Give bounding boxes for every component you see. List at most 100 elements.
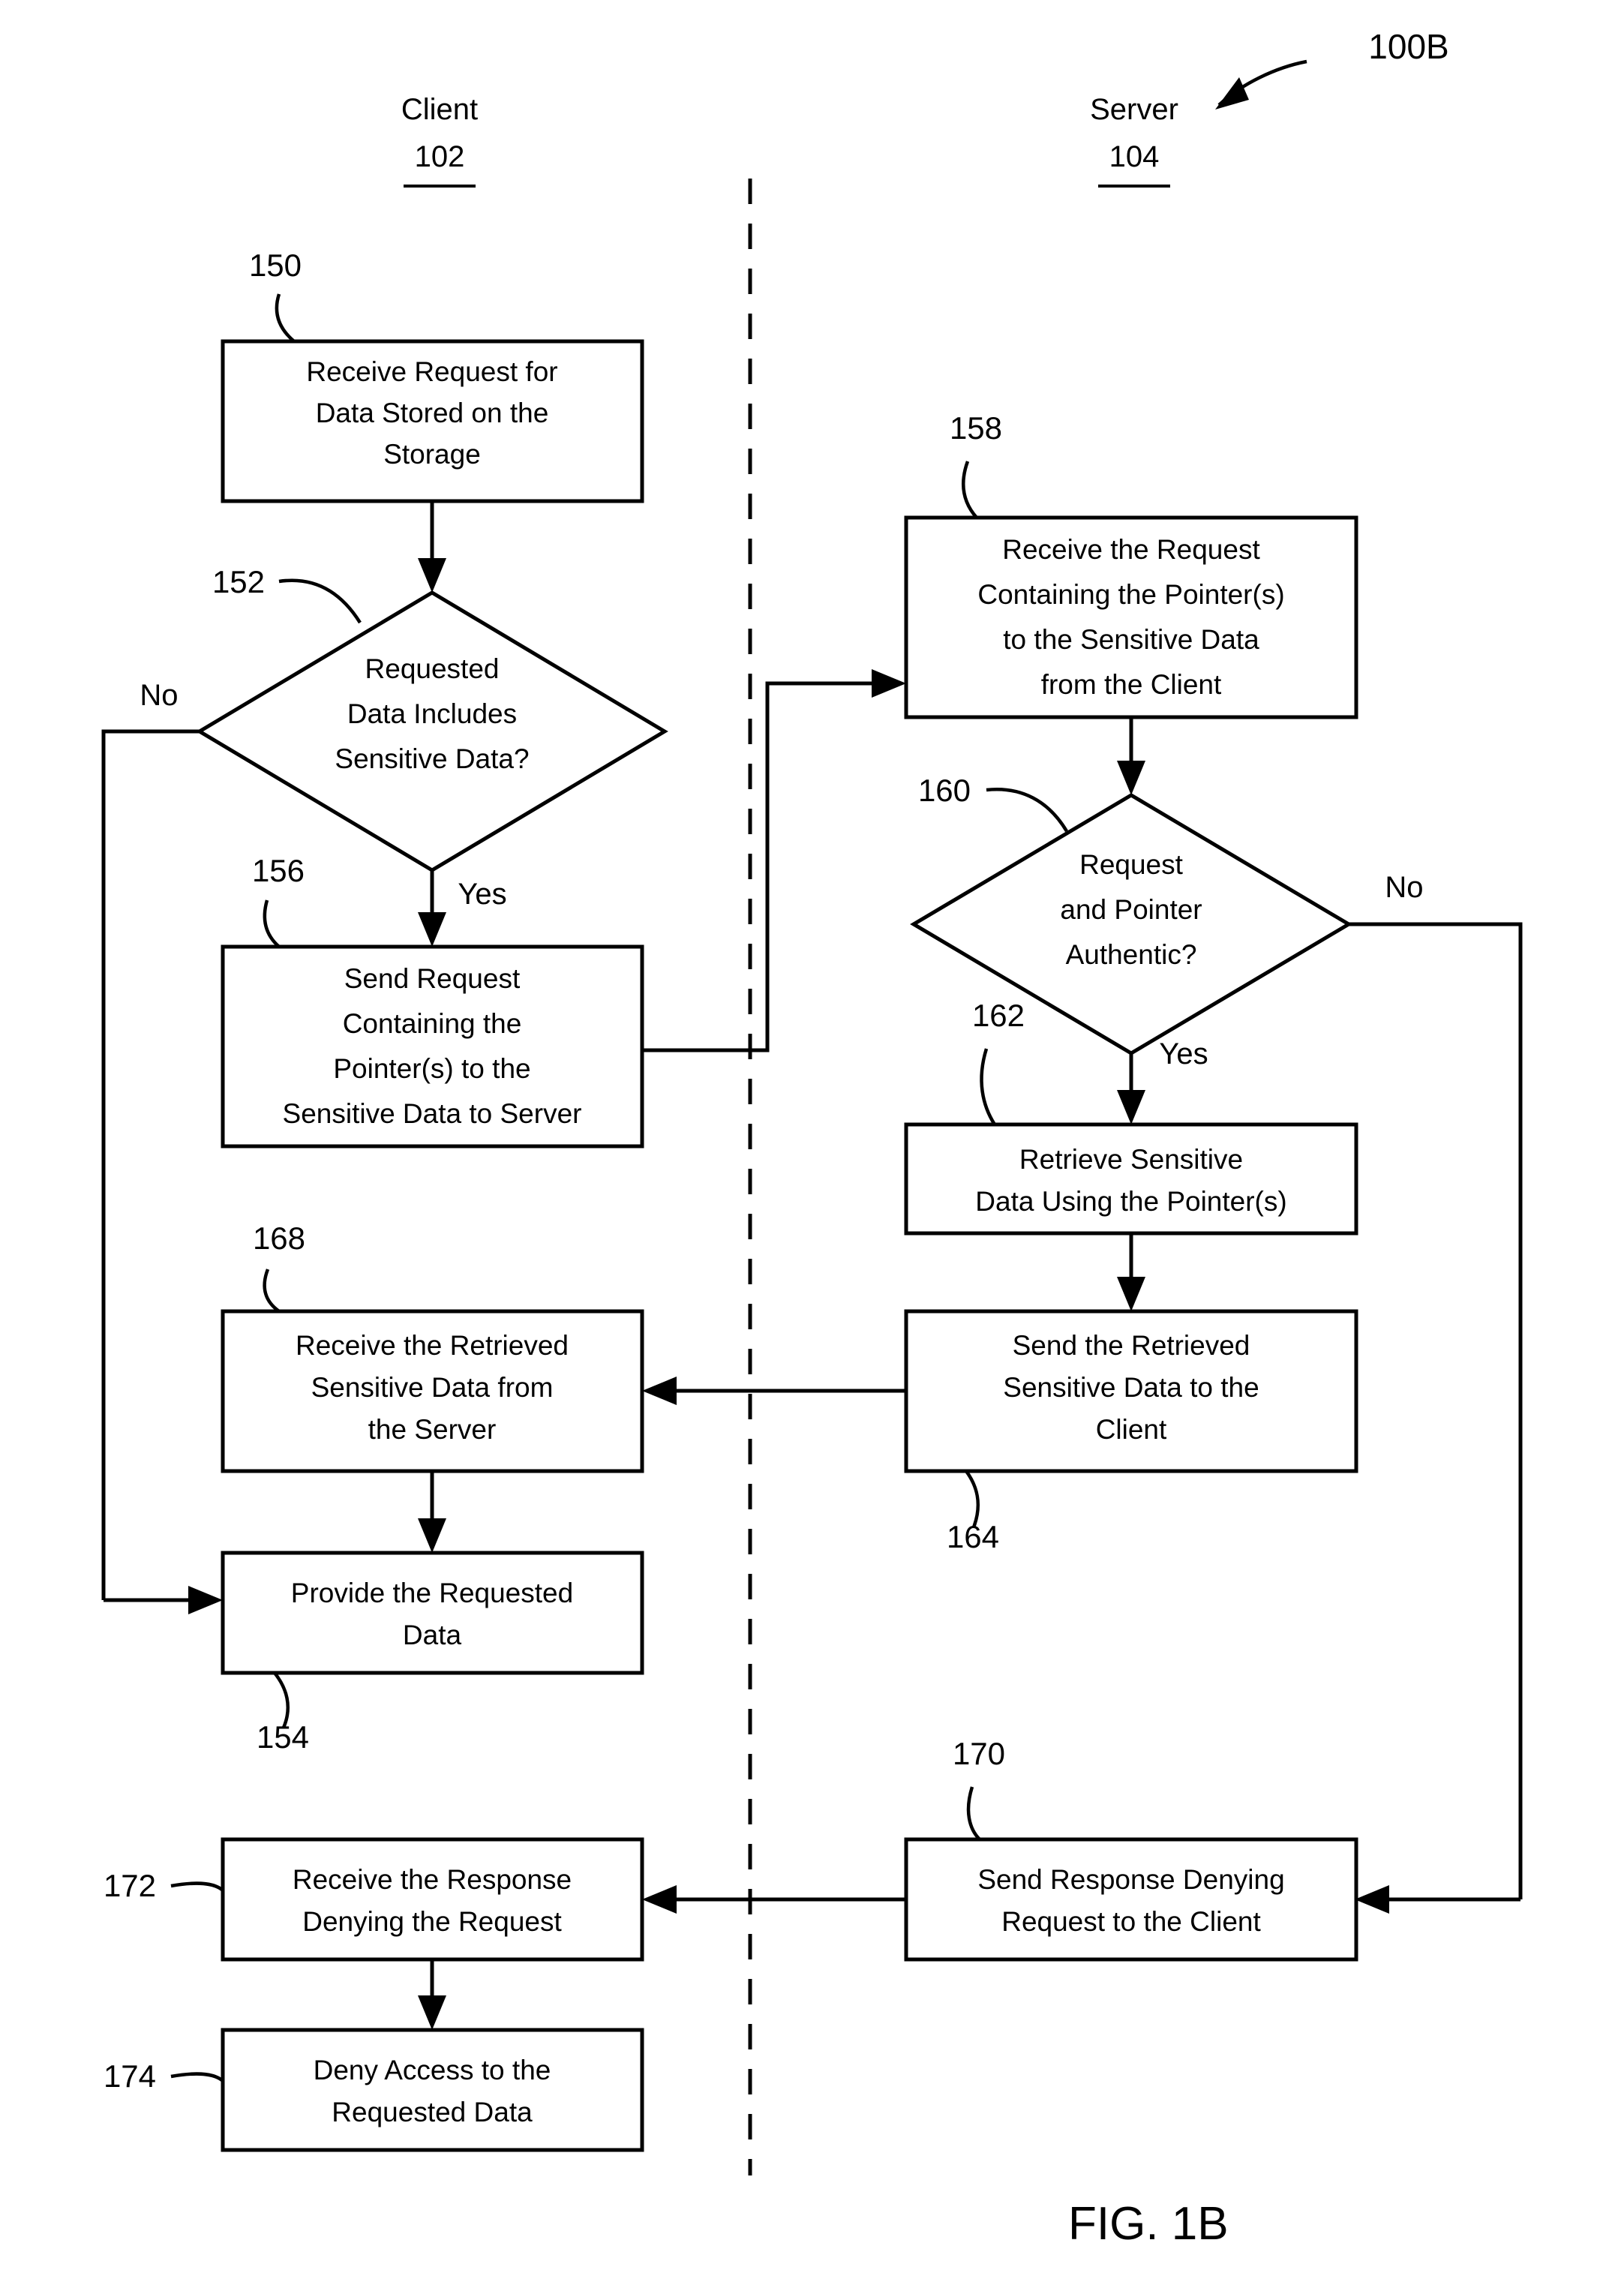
node-162-line-1: Retrieve Sensitive — [1019, 1144, 1243, 1175]
node-162-retrieve-sensitive-data[interactable]: Retrieve Sensitive Data Using the Pointe… — [904, 1122, 1358, 1236]
node-158-receive-request-server[interactable]: Receive the Request Containing the Point… — [904, 515, 1358, 719]
edge-152-no-arrowhead — [188, 1586, 223, 1614]
edge-156-158-arrowhead — [872, 669, 906, 698]
node-160-line-3: Authentic? — [1066, 939, 1197, 970]
node-162-line-2: Data Using the Pointer(s) — [975, 1186, 1286, 1217]
node-150-line-2: Data Stored on the — [316, 398, 549, 428]
node-152-diamond[interactable] — [196, 590, 668, 872]
node-174-deny-access[interactable]: Deny Access to the Requested Data — [221, 2028, 644, 2152]
ref-number-156: 156 — [252, 853, 305, 888]
edge-160-no-arrowhead — [1355, 1885, 1389, 1914]
node-154-line-1: Provide the Requested — [291, 1578, 573, 1608]
ref-callout-162: 162 — [972, 998, 1025, 1126]
ref-number-168: 168 — [253, 1221, 305, 1256]
ref-callout-160: 160 — [918, 773, 1068, 833]
node-172-line-2: Denying the Request — [302, 1906, 562, 1937]
patent-figure-1b: 100B Client 102 Server 104 Receive Reque… — [0, 0, 1624, 2288]
node-154-box[interactable] — [221, 1551, 644, 1675]
node-152-line-3: Sensitive Data? — [335, 743, 529, 774]
flowchart-canvas: 100B Client 102 Server 104 Receive Reque… — [101, 27, 1523, 2250]
edge-label-160-yes: Yes — [1159, 1037, 1208, 1070]
edge-164-to-168 — [642, 1377, 906, 1405]
edge-label-152-yes: Yes — [458, 878, 506, 911]
figure-caption: FIG. 1B — [1068, 2198, 1229, 2250]
ref-callout-172: 172 — [104, 1868, 224, 1903]
node-164-line-2: Sensitive Data to the — [1003, 1372, 1259, 1403]
edge-160-no-to-170: No — [1349, 871, 1523, 1914]
node-162-box[interactable] — [904, 1122, 1358, 1236]
ref-number-164: 164 — [947, 1519, 999, 1554]
node-150-line-3: Storage — [383, 439, 481, 470]
edge-162-164-arrowhead — [1117, 1277, 1145, 1311]
edge-168-to-154 — [418, 1471, 446, 1553]
node-152-decision-sensitive-data[interactable]: Requested Data Includes Sensitive Data? — [196, 590, 668, 872]
node-158-line-2: Containing the Pointer(s) — [977, 579, 1284, 610]
node-156-line-2: Containing the — [343, 1008, 522, 1039]
ref-callout-164: 164 — [947, 1470, 999, 1554]
node-172-box[interactable] — [221, 1837, 644, 1962]
lane-header-client: Client 102 — [401, 93, 478, 188]
node-160-line-2: and Pointer — [1060, 894, 1202, 925]
edge-158-to-160 — [1117, 717, 1145, 795]
node-170-box[interactable] — [904, 1837, 1358, 1962]
lane-title-client: Client — [401, 93, 478, 126]
lane-header-server: Server 104 — [1090, 93, 1178, 188]
node-168-line-3: the Server — [368, 1414, 497, 1445]
node-152-line-2: Data Includes — [347, 698, 517, 729]
ref-number-162: 162 — [972, 998, 1025, 1033]
node-168-receive-retrieved-data[interactable]: Receive the Retrieved Sensitive Data fro… — [221, 1309, 644, 1473]
ref-number-172: 172 — [104, 1868, 156, 1903]
edge-label-160-no: No — [1385, 871, 1423, 904]
edge-150-152-arrowhead — [418, 558, 446, 593]
edge-158-160-arrowhead — [1117, 761, 1145, 795]
node-170-line-1: Send Response Denying — [977, 1864, 1284, 1895]
edge-150-to-152 — [418, 501, 446, 593]
ref-callout-170: 170 — [953, 1736, 1005, 1841]
ref-number-160: 160 — [918, 773, 971, 808]
ref-callout-158: 158 — [950, 410, 1002, 519]
edge-160-yes-arrowhead — [1117, 1090, 1145, 1124]
node-158-line-4: from the Client — [1041, 669, 1222, 700]
ref-callout-152: 152 — [212, 564, 362, 624]
ref-number-174: 174 — [104, 2058, 156, 2094]
node-172-receive-denial-response[interactable]: Receive the Response Denying the Request — [221, 1837, 644, 1962]
edge-156-to-158 — [642, 669, 906, 1052]
lane-number-client: 102 — [415, 140, 465, 173]
node-158-line-3: to the Sensitive Data — [1003, 624, 1259, 655]
node-150-receive-request[interactable]: Receive Request for Data Stored on the S… — [221, 339, 644, 503]
node-168-line-2: Sensitive Data from — [311, 1372, 554, 1403]
node-160-line-1: Request — [1079, 849, 1184, 880]
edge-170-172-arrowhead — [642, 1885, 677, 1914]
ref-callout-168: 168 — [253, 1221, 305, 1313]
edge-170-to-172 — [642, 1885, 906, 1914]
edge-172-to-174 — [418, 1959, 446, 2030]
node-168-line-1: Receive the Retrieved — [296, 1330, 569, 1361]
node-154-provide-requested-data[interactable]: Provide the Requested Data — [221, 1551, 644, 1675]
node-156-line-3: Pointer(s) to the — [333, 1053, 530, 1084]
edge-164-168-arrowhead — [642, 1377, 677, 1405]
ref-number-158: 158 — [950, 410, 1002, 446]
figure-id-callout: 100B — [1215, 27, 1449, 110]
figure-id-arrowhead — [1215, 77, 1249, 110]
edge-168-154-arrowhead — [418, 1518, 446, 1553]
node-156-send-request[interactable]: Send Request Containing the Pointer(s) t… — [221, 944, 644, 1149]
ref-number-170: 170 — [953, 1736, 1005, 1771]
node-170-line-2: Request to the Client — [1001, 1906, 1261, 1937]
ref-number-152: 152 — [212, 564, 265, 599]
node-174-box[interactable] — [221, 2028, 644, 2152]
node-156-line-4: Sensitive Data to Server — [283, 1098, 582, 1129]
node-170-send-denial-response[interactable]: Send Response Denying Request to the Cli… — [904, 1837, 1358, 1962]
node-172-line-1: Receive the Response — [293, 1864, 572, 1895]
node-174-line-2: Requested Data — [332, 2097, 533, 2127]
ref-callout-174: 174 — [104, 2058, 224, 2094]
node-150-line-1: Receive Request for — [306, 356, 557, 387]
node-164-send-retrieved-data[interactable]: Send the Retrieved Sensitive Data to the… — [904, 1309, 1358, 1473]
node-158-line-1: Receive the Request — [1002, 534, 1260, 565]
node-156-line-1: Send Request — [344, 963, 521, 994]
ref-callout-150: 150 — [249, 248, 302, 343]
ref-number-154: 154 — [257, 1719, 309, 1755]
node-164-line-3: Client — [1096, 1414, 1167, 1445]
node-154-line-2: Data — [403, 1620, 462, 1650]
ref-callout-154: 154 — [257, 1671, 309, 1755]
node-152-line-1: Requested — [365, 653, 500, 684]
